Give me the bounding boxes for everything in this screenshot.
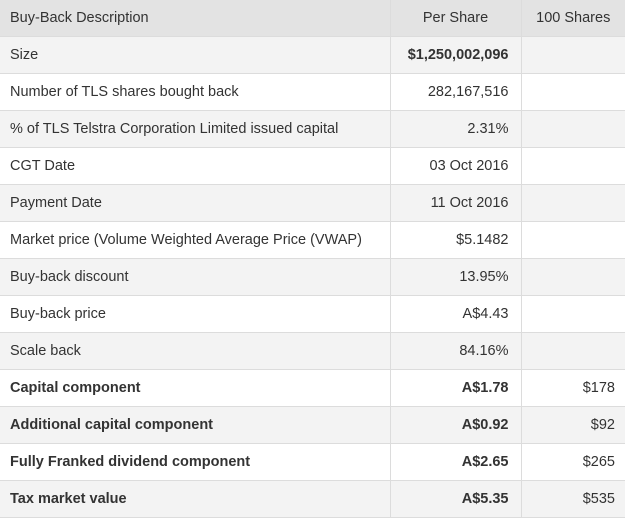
header-description: Buy-Back Description — [0, 0, 391, 37]
table-row: Size $1,250,002,096 — [0, 35, 625, 74]
table-row: Additional capital component A$0.92 $92 — [0, 405, 625, 444]
row-per-share: 03 Oct 2016 — [389, 146, 522, 185]
table-row: Number of TLS shares bought back 282,167… — [0, 72, 625, 111]
row-100-shares — [520, 294, 625, 333]
row-per-share: A$1.78 — [389, 368, 522, 407]
row-per-share: $1,250,002,096 — [389, 35, 522, 74]
table-row: Capital component A$1.78 $178 — [0, 368, 625, 407]
row-100-shares — [520, 331, 625, 370]
row-description: Size — [0, 35, 391, 74]
row-description: Tax market value — [0, 479, 391, 518]
row-100-shares — [520, 257, 625, 296]
row-description: Fully Franked dividend component — [0, 442, 391, 481]
row-100-shares — [520, 109, 625, 148]
table-row: Market price (Volume Weighted Average Pr… — [0, 220, 625, 259]
row-100-shares: $178 — [520, 368, 625, 407]
row-description: % of TLS Telstra Corporation Limited iss… — [0, 109, 391, 148]
row-per-share: $5.1482 — [389, 220, 522, 259]
header-per-share: Per Share — [389, 0, 522, 37]
row-100-shares — [520, 146, 625, 185]
row-per-share: A$5.35 — [389, 479, 522, 518]
row-description: Capital component — [0, 368, 391, 407]
row-per-share: 84.16% — [389, 331, 522, 370]
row-description: CGT Date — [0, 146, 391, 185]
row-description: Buy-back price — [0, 294, 391, 333]
row-100-shares — [520, 220, 625, 259]
row-per-share: A$2.65 — [389, 442, 522, 481]
row-per-share: 11 Oct 2016 — [389, 183, 522, 222]
row-description: Additional capital component — [0, 405, 391, 444]
row-per-share: 2.31% — [389, 109, 522, 148]
table-row: Buy-back discount 13.95% — [0, 257, 625, 296]
header-100-shares: 100 Shares — [520, 0, 625, 37]
row-100-shares — [520, 72, 625, 111]
row-description: Payment Date — [0, 183, 391, 222]
row-per-share: 13.95% — [389, 257, 522, 296]
table-row: Scale back 84.16% — [0, 331, 625, 370]
row-100-shares — [520, 35, 625, 74]
row-100-shares: $92 — [520, 405, 625, 444]
table-row: % of TLS Telstra Corporation Limited iss… — [0, 109, 625, 148]
table-row: Tax market value A$5.35 $535 — [0, 479, 625, 518]
buyback-table: Buy-Back Description Per Share 100 Share… — [0, 0, 625, 518]
row-description: Scale back — [0, 331, 391, 370]
row-100-shares: $265 — [520, 442, 625, 481]
row-100-shares: $535 — [520, 479, 625, 518]
row-per-share: 282,167,516 — [389, 72, 522, 111]
table-row: CGT Date 03 Oct 2016 — [0, 146, 625, 185]
row-description: Number of TLS shares bought back — [0, 72, 391, 111]
table-row: Buy-back price A$4.43 — [0, 294, 625, 333]
row-100-shares — [520, 183, 625, 222]
row-per-share: A$0.92 — [389, 405, 522, 444]
header-row: Buy-Back Description Per Share 100 Share… — [0, 0, 625, 37]
table-row: Payment Date 11 Oct 2016 — [0, 183, 625, 222]
row-description: Buy-back discount — [0, 257, 391, 296]
table-row: Fully Franked dividend component A$2.65 … — [0, 442, 625, 481]
row-description: Market price (Volume Weighted Average Pr… — [0, 220, 391, 259]
row-per-share: A$4.43 — [389, 294, 522, 333]
